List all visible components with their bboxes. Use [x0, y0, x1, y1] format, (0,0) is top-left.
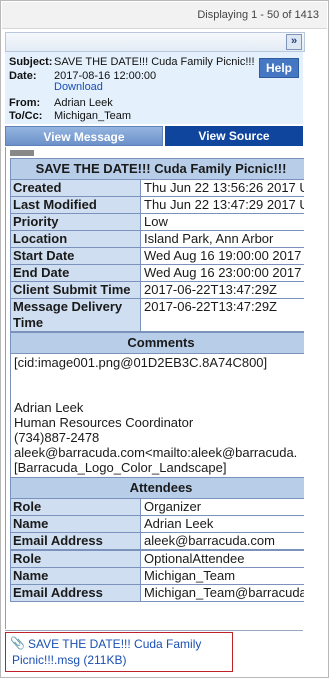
paging-bar: Displaying 1 - 50 of 1413 [2, 2, 327, 29]
field-label: Priority [11, 214, 141, 230]
field-row: Client Submit Time 2017-06-22T13:47:29Z [11, 282, 304, 299]
field-row: Message Delivery Time 2017-06-22T13:47:29… [11, 299, 304, 332]
attendee-role-label: Role [11, 551, 141, 567]
view-tabs: View Message View Source [5, 126, 303, 146]
attendee-row: Role Organizer [11, 499, 304, 516]
comment-line: [cid:image001.png@01D2EB3C.8A74C800] [14, 355, 268, 370]
attendee-role: Organizer [144, 499, 202, 514]
date-label: Date: [9, 70, 37, 82]
attendee-name-label: Name [11, 516, 141, 532]
attendee-email: aleek@barracuda.com [144, 533, 275, 548]
field-value: Thu Jun 22 13:56:26 2017 U [144, 180, 304, 195]
paging-status: Displaying 1 - 50 of 1413 [197, 9, 319, 21]
attendee-role-label: Role [11, 499, 141, 515]
field-label: Location [11, 231, 141, 247]
field-label: Last Modified [11, 197, 141, 213]
field-value: Wed Aug 16 23:00:00 2017 [144, 265, 302, 280]
attendee-name: Michigan_Team [144, 568, 236, 583]
field-label: End Date [11, 265, 141, 281]
attendee-row: Role OptionalAttendee [11, 551, 304, 568]
attendee-name: Adrian Leek [144, 516, 214, 531]
field-value: Island Park, Ann Arbor [144, 231, 274, 246]
subject-value: SAVE THE DATE!!! Cuda Family Picnic!!! [54, 56, 255, 68]
attendee-email-label: Email Address [11, 533, 141, 549]
comment-line [14, 385, 304, 400]
field-value: 2017-06-22T13:47:29Z [144, 282, 277, 297]
field-row: Priority Low [11, 214, 304, 231]
message-header: Subject: SAVE THE DATE!!! Cuda Family Pic… [5, 52, 303, 124]
event-title: SAVE THE DATE!!! Cuda Family Picnic!!! [11, 159, 304, 180]
attendee-row: Name Adrian Leek [11, 516, 304, 533]
download-link[interactable]: Download [54, 81, 103, 93]
scroll-indicator [10, 150, 34, 156]
subject-row: Subject: SAVE THE DATE!!! Cuda Family Pic… [9, 55, 255, 69]
splitter-grip[interactable] [6, 417, 9, 425]
double-chevron-right-icon[interactable]: » [286, 34, 302, 50]
attendee-row: Email Address Michigan_Team@barracuda. [11, 585, 304, 601]
tocc-label: To/Cc: [9, 110, 43, 122]
field-label: Start Date [11, 248, 141, 264]
field-value: Wed Aug 16 19:00:00 2017 [144, 248, 302, 263]
from-row: From: Adrian Leek [9, 96, 113, 110]
message-toolbar: » [5, 32, 305, 52]
attendee-name-label: Name [11, 568, 141, 584]
comment-line: [Barracuda_Logo_Color_Landscape] [14, 460, 227, 475]
field-row: End Date Wed Aug 16 23:00:00 2017 [11, 265, 304, 282]
field-label: Client Submit Time [11, 282, 141, 298]
tocc-row: To/Cc: Michigan_Team [9, 109, 131, 123]
attachment-divider [5, 630, 303, 631]
message-content[interactable]: SAVE THE DATE!!! Cuda Family Picnic!!! C… [5, 147, 304, 629]
field-row: Location Island Park, Ann Arbor [11, 231, 304, 248]
tab-view-message[interactable]: View Message [5, 126, 163, 146]
field-label: Created [11, 180, 141, 196]
comment-line: (734)887-2478 [14, 430, 100, 445]
comments-body: [cid:image001.png@01D2EB3C.8A74C800] Adr… [11, 354, 304, 478]
attendee-row: Email Address aleek@barracuda.com [11, 533, 304, 551]
field-row: Created Thu Jun 22 13:56:26 2017 U [11, 180, 304, 197]
tocc-value: Michigan_Team [54, 110, 132, 122]
help-button[interactable]: Help [259, 58, 299, 78]
attendee-email-label: Email Address [11, 585, 141, 601]
field-value: Thu Jun 22 13:47:29 2017 U [144, 197, 304, 212]
attendees-header: Attendees [11, 478, 304, 499]
attendee-row: Name Michigan_Team [11, 568, 304, 585]
from-label: From: [9, 97, 41, 109]
comment-line: aleek@barracuda.com<mailto:aleek@barracu… [14, 445, 298, 460]
comments-header: Comments [11, 332, 304, 354]
field-row: Last Modified Thu Jun 22 13:47:29 2017 U [11, 197, 304, 214]
event-details-table: SAVE THE DATE!!! Cuda Family Picnic!!! C… [10, 158, 304, 602]
attendee-role: OptionalAttendee [144, 551, 245, 566]
field-row: Start Date Wed Aug 16 19:00:00 2017 [11, 248, 304, 265]
from-value: Adrian Leek [54, 97, 113, 109]
field-value: 2017-06-22T13:47:29Z [144, 299, 277, 314]
message-viewer-frame: Displaying 1 - 50 of 1413 » Subject: SAVE… [0, 0, 329, 678]
comment-line: Human Resources Coordinator [14, 415, 194, 430]
comment-line: Adrian Leek [14, 400, 84, 415]
field-label: Message Delivery Time [11, 299, 141, 331]
attachment-link[interactable]: SAVE THE DATE!!! Cuda Family Picnic!!!.m… [12, 636, 226, 668]
attendee-email: Michigan_Team@barracuda. [144, 585, 304, 600]
comment-line [14, 370, 304, 385]
tab-view-source[interactable]: View Source [165, 126, 303, 146]
attachment-panel: 📎 SAVE THE DATE!!! Cuda Family Picnic!!!… [5, 632, 233, 672]
subject-label: Subject: [9, 56, 53, 68]
field-value: Low [144, 214, 168, 229]
